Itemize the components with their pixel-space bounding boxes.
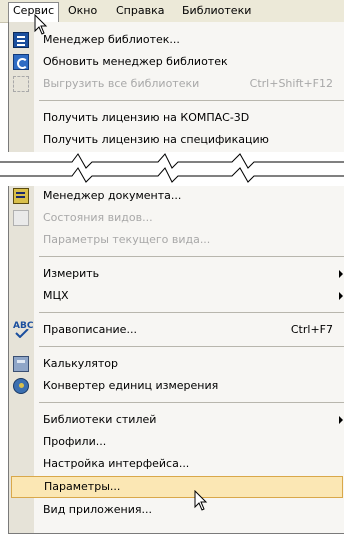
menu-bar: Сервис Окно Справка Библиотеки — [0, 0, 344, 23]
menu-item-label: Выгрузить все библиотеки — [43, 77, 200, 90]
menu-item-update-lib-manager[interactable]: Обновить менеджер библиотек — [9, 52, 344, 72]
menu-item-label: Параметры... — [44, 480, 121, 493]
menu-libraries[interactable]: Библиотеки — [178, 3, 255, 19]
menu-item-view-params[interactable]: Параметры текущего вида... — [9, 230, 344, 250]
menu-item-unload-all[interactable]: Выгрузить все библиотеки Ctrl+Shift+F12 — [9, 74, 344, 94]
menu-item-view-states[interactable]: Состояния видов... — [9, 208, 344, 228]
torn-break — [0, 152, 344, 186]
menu-item-label: Вид приложения... — [43, 503, 153, 516]
menu-item-doc-manager[interactable]: Менеджер документа... — [9, 186, 344, 206]
menu-item-label: Обновить менеджер библиотек — [43, 55, 228, 68]
spell-check-icon: ABC — [13, 322, 33, 338]
refresh-library-icon — [13, 54, 29, 70]
menu-item-label: Получить лицензию на спецификацию — [43, 133, 269, 146]
mouse-pointer-icon — [194, 490, 208, 511]
menu-item-label: Библиотеки стилей — [43, 413, 157, 426]
calculator-icon — [13, 356, 29, 372]
menu-item-unit-converter[interactable]: Конвертер единиц измерения — [9, 376, 344, 396]
menu-item-label: Состояния видов... — [43, 211, 153, 224]
menu-item-label: Настройка интерфейса... — [43, 457, 190, 470]
menu-separator — [39, 256, 344, 257]
menu-item-lib-manager[interactable]: Менеджер библиотек... — [9, 30, 344, 50]
menu-item-label: Измерить — [43, 267, 100, 280]
unload-libraries-icon — [13, 76, 29, 92]
mouse-pointer-icon — [34, 14, 48, 35]
service-dropdown-menu: Менеджер библиотек... Обновить менеджер … — [8, 22, 344, 534]
menu-item-calculator[interactable]: Калькулятор — [9, 354, 344, 374]
menu-item-measure[interactable]: Измерить — [9, 264, 344, 284]
submenu-arrow-icon — [339, 270, 343, 278]
menu-item-shortcut: Ctrl+F7 — [290, 323, 333, 336]
menu-item-parameters[interactable]: Параметры... — [11, 476, 343, 498]
menu-item-label: Правописание... — [43, 323, 137, 336]
menu-item-ui-settings[interactable]: Настройка интерфейса... — [9, 454, 344, 474]
menu-separator — [39, 402, 344, 403]
unit-converter-icon — [13, 378, 29, 394]
submenu-arrow-icon — [339, 292, 343, 300]
menu-item-profiles[interactable]: Профили... — [9, 432, 344, 452]
library-manager-icon — [13, 32, 29, 48]
menu-window[interactable]: Окно — [64, 3, 101, 19]
menu-item-shortcut: Ctrl+Shift+F12 — [249, 77, 333, 90]
menu-item-label: Профили... — [43, 435, 107, 448]
menu-item-label: Получить лицензию на КОМПАС-3D — [43, 111, 250, 124]
submenu-arrow-icon — [339, 416, 343, 424]
view-states-icon — [13, 210, 29, 226]
menu-item-label: Менеджер документа... — [43, 189, 182, 202]
menu-item-spelling[interactable]: ABC Правописание... Ctrl+F7 — [9, 320, 344, 340]
menu-item-label: Менеджер библиотек... — [43, 33, 180, 46]
menu-item-style-libs[interactable]: Библиотеки стилей — [9, 410, 344, 430]
menu-item-license-spec[interactable]: Получить лицензию на спецификацию — [9, 130, 344, 150]
menu-item-label: Калькулятор — [43, 357, 118, 370]
menu-item-label: Конвертер единиц измерения — [43, 379, 219, 392]
menu-item-label: МЦХ — [43, 289, 69, 302]
menu-item-app-view[interactable]: Вид приложения... — [9, 500, 344, 520]
menu-item-label: Параметры текущего вида... — [43, 233, 211, 246]
menu-separator — [39, 346, 344, 347]
menu-item-license-kompas[interactable]: Получить лицензию на КОМПАС-3D — [9, 108, 344, 128]
menu-separator — [39, 312, 344, 313]
menu-item-mch[interactable]: МЦХ — [9, 286, 344, 306]
document-manager-icon — [13, 188, 29, 204]
menu-separator — [39, 100, 344, 101]
torn-break-lines — [0, 153, 344, 183]
menu-help[interactable]: Справка — [112, 3, 168, 19]
